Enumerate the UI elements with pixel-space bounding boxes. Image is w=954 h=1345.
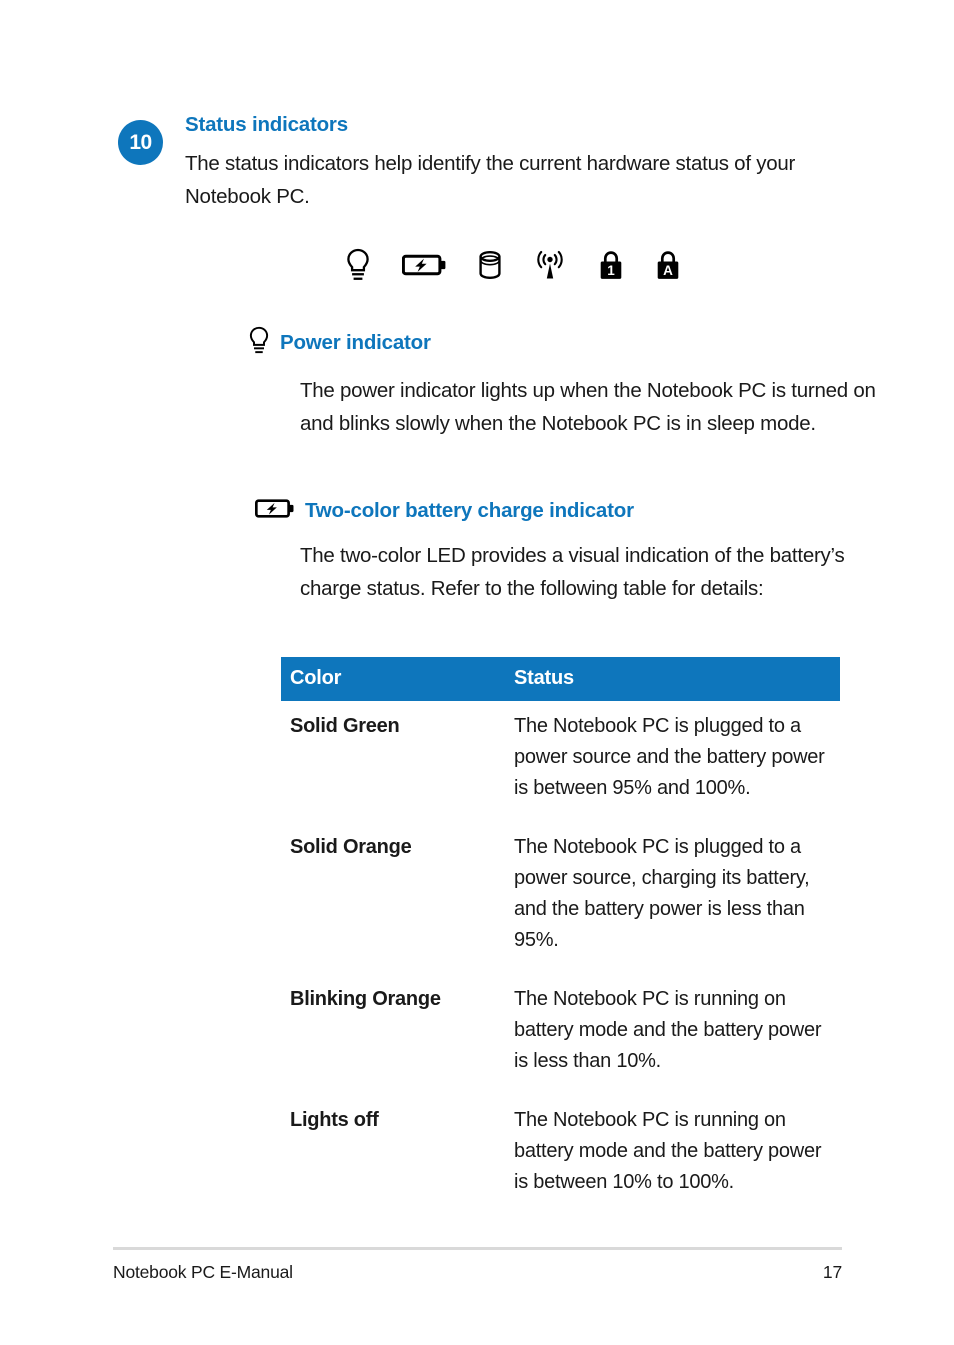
wireless-bluetooth-icon: [533, 249, 567, 286]
battery-charge-indicator-heading: Two-color battery charge indicator: [255, 497, 895, 525]
power-indicator-text: The power indicator lights up when the N…: [300, 379, 876, 435]
step-body: Status indicators The status indicators …: [185, 113, 848, 213]
table-row: Blinking Orange The Notebook PC is runni…: [281, 974, 840, 1095]
cell-status: The Notebook PC is running on battery mo…: [514, 1109, 822, 1193]
cell-status: The Notebook PC is plugged to a power so…: [514, 836, 810, 951]
power-indicator-icon: [345, 248, 371, 287]
status-indicator-icon-strip: 1 A: [345, 243, 705, 291]
svg-text:1: 1: [607, 263, 615, 278]
table-row: Lights off The Notebook PC is running on…: [281, 1095, 840, 1216]
power-indicator-title: Power indicator: [280, 331, 431, 354]
footer-page-number: 17: [822, 1262, 842, 1282]
power-indicator-heading: Power indicator: [248, 326, 888, 360]
page-title: Status indicators: [185, 113, 348, 136]
status-indicators-step: 10 Status indicators The status indicato…: [118, 113, 848, 213]
two-color-battery-charge-icon: [401, 252, 447, 283]
cell-status: The Notebook PC is plugged to a power so…: [514, 715, 825, 799]
power-indicator-section: Power indicator The power indicator ligh…: [248, 326, 888, 440]
number-lock-icon: 1: [598, 249, 624, 286]
capital-lock-icon: A: [655, 249, 681, 286]
power-indicator-icon: [248, 326, 270, 360]
cell-status: The Notebook PC is running on battery mo…: [514, 988, 822, 1072]
table-row: Solid Orange The Notebook PC is plugged …: [281, 822, 840, 974]
column-header-status: Status: [505, 657, 840, 701]
drive-activity-icon: [478, 250, 502, 285]
battery-status-table: Color Status Solid Green The Notebook PC…: [281, 657, 840, 1216]
cell-color: Lights off: [290, 1109, 379, 1131]
battery-charge-indicator-title: Two-color battery charge indicator: [305, 499, 634, 522]
table-row: Solid Green The Notebook PC is plugged t…: [281, 701, 840, 822]
column-header-color: Color: [281, 657, 505, 701]
cell-color: Solid Orange: [290, 836, 412, 858]
table-header-row: Color Status: [281, 657, 840, 701]
svg-text:A: A: [663, 263, 673, 278]
footer-divider: [113, 1247, 842, 1250]
footer-manual-title: Notebook PC E-Manual: [113, 1262, 293, 1282]
cell-color: Solid Green: [290, 715, 400, 737]
page-footer: Notebook PC E-Manual 17: [113, 1262, 842, 1283]
step-description: The status indicators help identify the …: [185, 152, 796, 208]
battery-charge-indicator-section: Two-color battery charge indicator The t…: [255, 497, 895, 605]
step-number-badge: 10: [118, 120, 163, 165]
two-color-battery-charge-icon: [255, 497, 295, 525]
cell-color: Blinking Orange: [290, 988, 441, 1010]
battery-charge-indicator-text: The two-color LED provides a visual indi…: [300, 544, 845, 600]
